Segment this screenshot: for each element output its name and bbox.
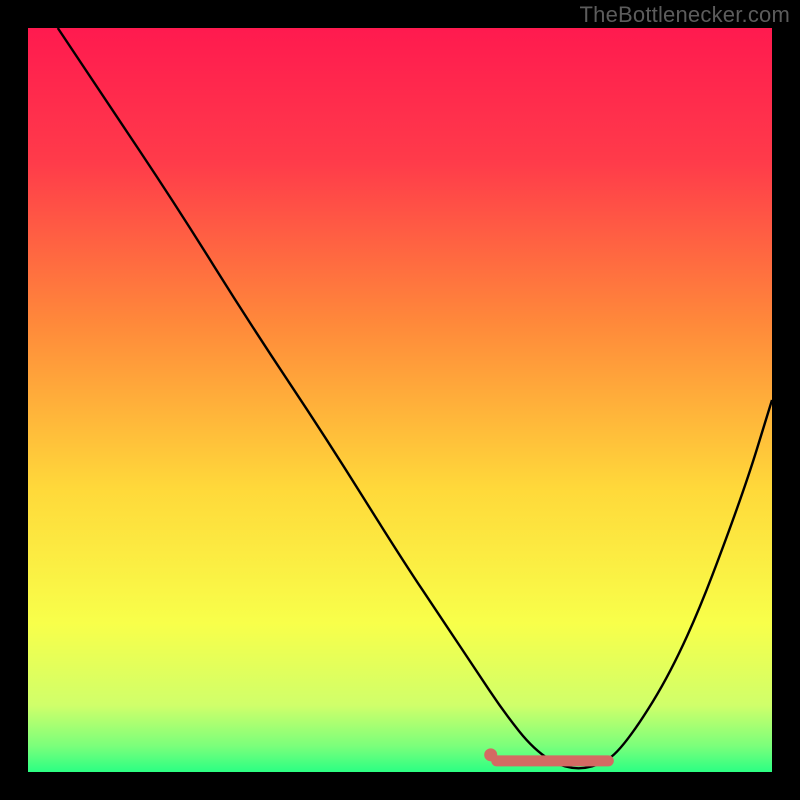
plot-background [28, 28, 772, 772]
chart-frame: TheBottlenecker.com [0, 0, 800, 800]
bottleneck-chart [0, 0, 800, 800]
watermark-text: TheBottlenecker.com [580, 2, 790, 28]
